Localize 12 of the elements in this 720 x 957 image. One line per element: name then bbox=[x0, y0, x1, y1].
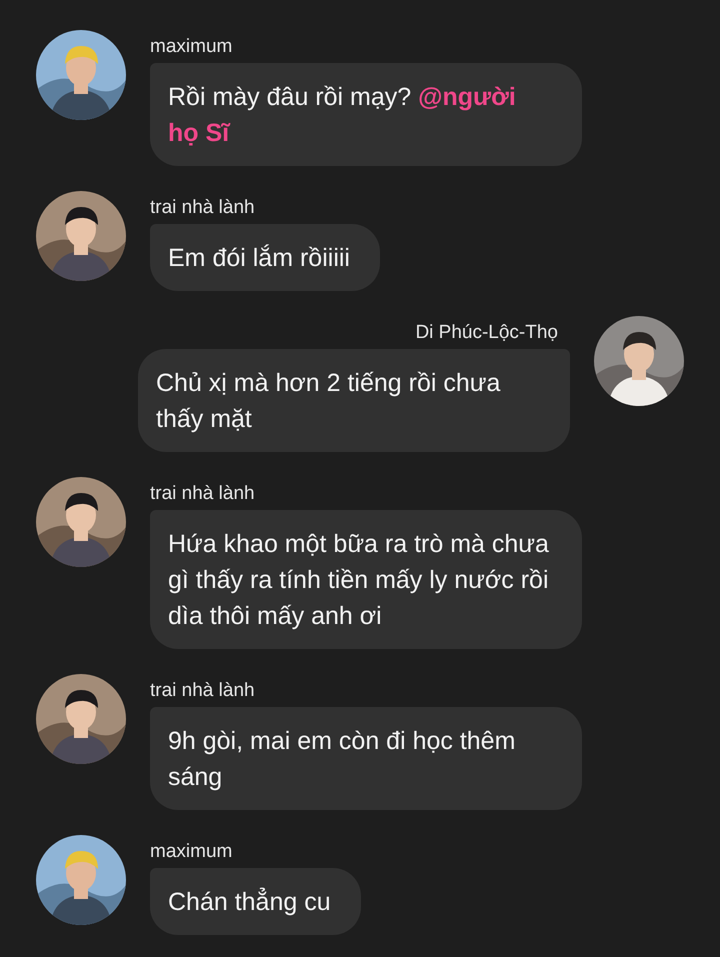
message-bubble: Chủ xị mà hơn 2 tiếng rồi chưa thấy mặt bbox=[138, 349, 570, 452]
sender-name: trai nhà lành bbox=[150, 679, 255, 703]
message-bubble: Rồi mày đâu rồi mạy? @người họ Sĩ bbox=[150, 63, 582, 166]
sender-name: maximum bbox=[150, 840, 232, 864]
sender-name: Di Phúc-Lộc-Thọ bbox=[415, 321, 558, 345]
message-bubble: Chán thẳng cu bbox=[150, 868, 361, 935]
message-bubble: Hứa khao một bữa ra trò mà chưa gì thấy ra tính tiền mấy ly nước rồi dìa thôi mấy anh ơi bbox=[150, 510, 582, 649]
sender-name: trai nhà lành bbox=[150, 196, 255, 220]
message-bubble: 9h gòi, mai em còn đi học thêm sáng bbox=[150, 707, 582, 810]
sender-name: maximum bbox=[150, 35, 232, 59]
message-bubble: Em đói lắm rồiiiii bbox=[150, 224, 380, 291]
sender-name: trai nhà lành bbox=[150, 482, 255, 506]
